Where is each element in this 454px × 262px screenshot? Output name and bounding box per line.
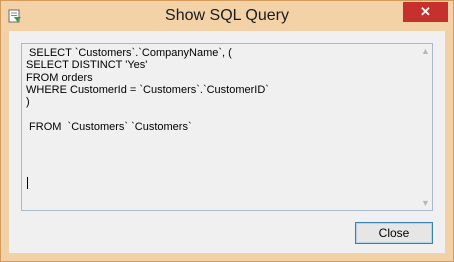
title-bar[interactable]: Show SQL Query ✕ xyxy=(1,1,453,31)
sql-query-textbox[interactable]: SELECT `Customers`.`CompanyName`, ( SELE… xyxy=(21,43,433,211)
sql-query-text[interactable]: SELECT `Customers`.`CompanyName`, ( SELE… xyxy=(26,47,416,205)
scroll-down-icon[interactable]: ▼ xyxy=(419,196,432,210)
show-sql-query-dialog: Show SQL Query ✕ SELECT `Customers`.`Com… xyxy=(0,0,454,262)
text-caret xyxy=(27,177,28,189)
dialog-body: SELECT `Customers`.`CompanyName`, ( SELE… xyxy=(9,31,445,253)
scroll-up-icon[interactable]: ▲ xyxy=(419,44,432,58)
vertical-scrollbar[interactable]: ▲ ▼ xyxy=(419,44,432,210)
window-title: Show SQL Query xyxy=(165,7,289,24)
close-icon[interactable]: ✕ xyxy=(403,2,448,22)
close-button[interactable]: Close xyxy=(355,222,433,244)
